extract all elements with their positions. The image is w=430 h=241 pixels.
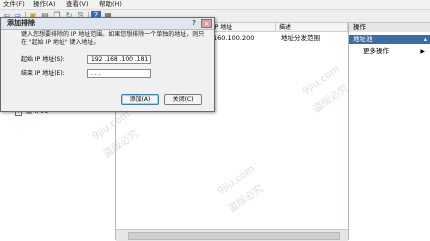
cell-description: 地址分发范围 [281,34,320,42]
end-ip-field[interactable]: . . . [87,69,151,78]
start-ip-label: 起始 IP 地址(S): [21,56,65,63]
dialog-titlebar[interactable]: 添加排除 ? × [1,18,214,30]
cell-ip: 160.100.200 [213,34,255,42]
close-button[interactable]: 关闭(C) [164,94,202,105]
menu-bar: 文件(F) 操作(A) 查看(V) 帮助(H) [0,0,430,10]
actions-header: 操作 [349,23,430,32]
column-header-description[interactable]: 描述 [276,23,348,32]
dialog-title: 添加排除 [7,19,35,27]
chevron-up-icon[interactable]: ▴ [424,35,427,44]
menu-file[interactable]: 文件(F) [3,0,25,9]
horizontal-scrollbar[interactable] [116,229,348,241]
menu-action[interactable]: 操作(A) [33,0,56,9]
dialog-description: 键入您想要排除的 IP 地址范围。如果您想排除一个单独的地址，则只在 "起始 I… [21,31,205,46]
actions-selected-label: 地址池 [353,35,373,43]
start-ip-field[interactable]: 192 .168 .100 .181 [87,55,151,64]
menu-view[interactable]: 查看(V) [66,0,89,9]
help-icon[interactable]: ? [189,19,199,28]
add-button[interactable]: 添加(A) [121,94,159,105]
more-actions-item[interactable]: 更多操作 ▶ [349,47,430,56]
chevron-right-icon: ▶ [420,48,425,55]
close-icon[interactable]: × [201,19,212,28]
menu-help[interactable]: 帮助(H) [99,0,122,9]
end-ip-label: 结束 IP 地址(E): [21,70,65,77]
column-header-ip[interactable]: IP 地址 [210,23,276,32]
actions-pane: 操作 地址池 ▴ 更多操作 ▶ [348,23,430,240]
more-actions-label: 更多操作 [363,47,389,55]
scroll-thumb[interactable] [128,232,340,240]
add-exclusion-dialog: 添加排除 ? × 键入您想要排除的 IP 地址范围。如果您想排除一个单独的地址，… [0,17,215,112]
actions-selected-item[interactable]: 地址池 ▴ [349,35,430,44]
